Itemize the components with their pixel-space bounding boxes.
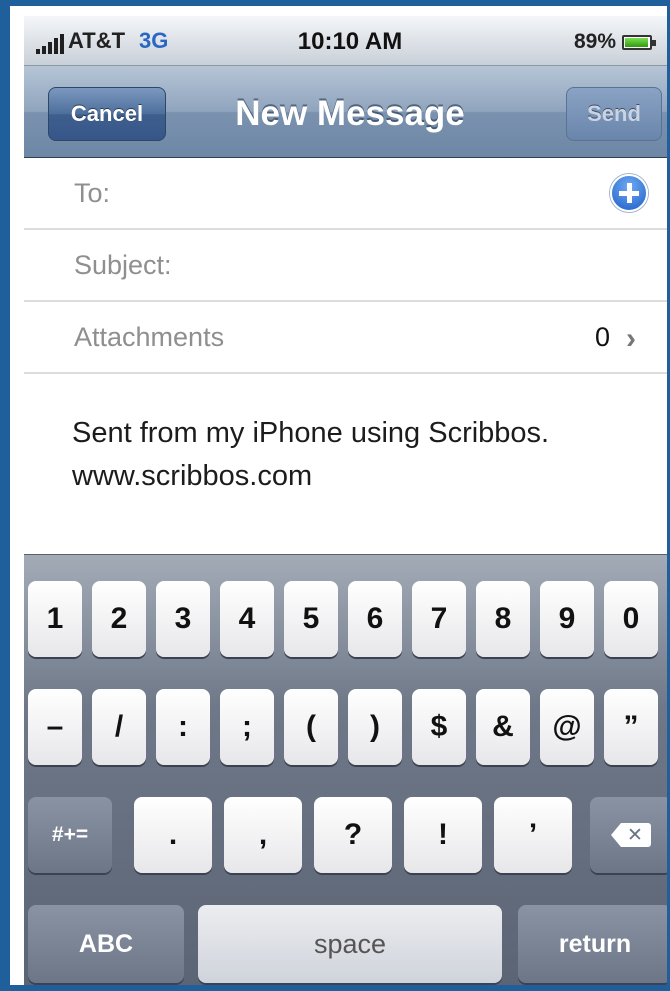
send-button[interactable]: Send [566, 87, 662, 141]
symbol-key[interactable]: & [476, 689, 530, 765]
delete-key[interactable]: ✕ [590, 797, 667, 873]
punctuation-key[interactable]: , [224, 797, 302, 873]
add-contact-icon[interactable] [610, 174, 648, 212]
attachments-label: Attachments [74, 322, 225, 352]
device-frame: AT&T 3G 10:10 AM 89% Cancel New Message … [0, 0, 670, 991]
key-8[interactable]: 8 [476, 581, 530, 657]
key-9[interactable]: 9 [540, 581, 594, 657]
nav-bar: Cancel New Message Send [24, 66, 667, 158]
keyboard: 1 2 3 4 5 6 7 8 9 0 – /:;() $ & @” #+=.,?!’ ✕ ABC space ret… [24, 554, 667, 985]
message-body[interactable]: Sent from my iPhone using Scribbos. www.… [72, 412, 652, 498]
battery-percent: 89% [573, 30, 616, 53]
attachments-row[interactable]: Attachments 0 › [24, 302, 667, 374]
punctuation-key[interactable]: ! [404, 797, 482, 873]
battery-fill [625, 37, 648, 47]
symbol-key[interactable]: – [28, 689, 82, 765]
key-1[interactable]: 1 [28, 581, 82, 657]
punctuation-key[interactable]: ’ [494, 797, 572, 873]
symbol-key[interactable]: @ [540, 689, 594, 765]
symbol-key[interactable]: ) [348, 689, 402, 765]
punctuation-key[interactable]: ? [314, 797, 392, 873]
to-label: To: [74, 178, 111, 208]
backspace-icon: ✕ [611, 823, 651, 847]
body-line: www.scribbos.com [72, 460, 313, 492]
symbol-key[interactable]: ; [220, 689, 274, 765]
key-5[interactable]: 5 [284, 581, 338, 657]
space-key[interactable]: space [198, 905, 502, 983]
symbol-key[interactable]: : [156, 689, 210, 765]
return-key[interactable]: return [518, 905, 667, 983]
chevron-right-icon: › [626, 322, 636, 355]
subject-field[interactable]: Subject: [24, 230, 667, 302]
to-field[interactable]: To: [24, 158, 667, 230]
symbol-key[interactable]: ” [604, 689, 658, 765]
abc-key[interactable]: ABC [28, 905, 184, 983]
more-symbols-key[interactable]: #+= [28, 797, 112, 873]
key-3[interactable]: 3 [156, 581, 210, 657]
key-7[interactable]: 7 [412, 581, 466, 657]
key-4[interactable]: 4 [220, 581, 274, 657]
symbol-key[interactable]: $ [412, 689, 466, 765]
body-line: Sent from my iPhone using Scribbos. [72, 417, 550, 449]
key-6[interactable]: 6 [348, 581, 402, 657]
status-bar: AT&T 3G 10:10 AM 89% [24, 16, 667, 66]
status-right: 89% [573, 30, 656, 54]
key-2[interactable]: 2 [92, 581, 146, 657]
symbol-key[interactable]: / [92, 689, 146, 765]
punctuation-key[interactable]: . [134, 797, 212, 873]
symbol-key[interactable]: ( [284, 689, 338, 765]
subject-label: Subject: [74, 250, 172, 280]
attachments-count: 0 [594, 322, 610, 352]
screen: AT&T 3G 10:10 AM 89% Cancel New Message … [24, 16, 667, 985]
battery-icon [622, 34, 656, 50]
key-0[interactable]: 0 [604, 581, 658, 657]
